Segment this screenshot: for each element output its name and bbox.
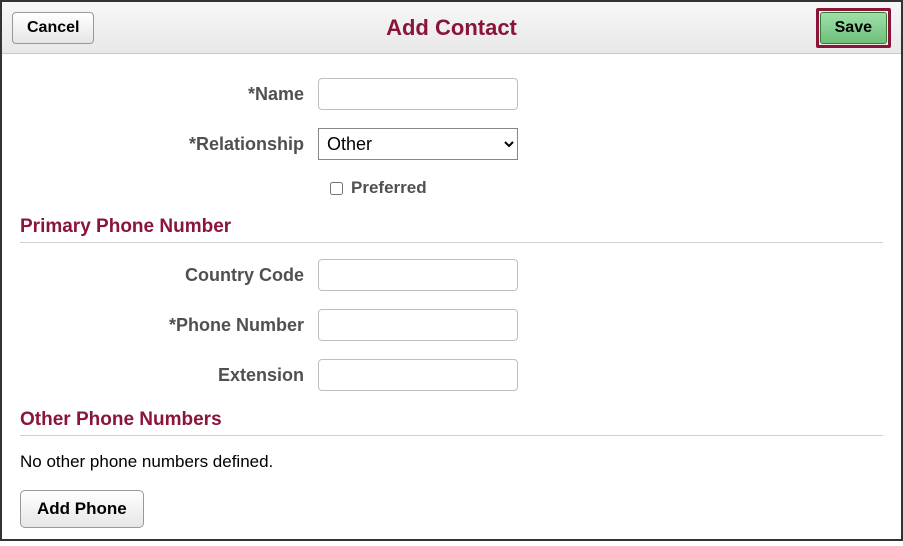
country-code-row: Country Code xyxy=(20,259,883,291)
name-input[interactable] xyxy=(318,78,518,110)
primary-phone-section-title: Primary Phone Number xyxy=(20,216,883,243)
cancel-button[interactable]: Cancel xyxy=(12,12,94,44)
preferred-label: Preferred xyxy=(351,178,427,198)
relationship-row: *Relationship Other xyxy=(20,128,883,160)
dialog-content: *Name *Relationship Other Preferred Prim… xyxy=(2,54,901,546)
dialog-title: Add Contact xyxy=(2,15,901,41)
name-row: *Name xyxy=(20,78,883,110)
country-code-label: Country Code xyxy=(20,265,318,286)
relationship-select[interactable]: Other xyxy=(318,128,518,160)
save-button[interactable]: Save xyxy=(820,12,887,44)
extension-row: Extension xyxy=(20,359,883,391)
no-other-phones-msg: No other phone numbers defined. xyxy=(20,452,883,472)
relationship-label: *Relationship xyxy=(20,134,318,155)
name-label: *Name xyxy=(20,84,318,105)
extension-label: Extension xyxy=(20,365,318,386)
add-phone-button[interactable]: Add Phone xyxy=(20,490,144,528)
phone-number-label: *Phone Number xyxy=(20,315,318,336)
country-code-input[interactable] xyxy=(318,259,518,291)
preferred-row: Preferred xyxy=(330,178,883,198)
save-highlight: Save xyxy=(816,8,891,48)
other-phone-section-title: Other Phone Numbers xyxy=(20,409,883,436)
phone-number-input[interactable] xyxy=(318,309,518,341)
preferred-checkbox[interactable] xyxy=(330,182,343,195)
extension-input[interactable] xyxy=(318,359,518,391)
phone-number-row: *Phone Number xyxy=(20,309,883,341)
dialog-header: Cancel Add Contact Save xyxy=(2,2,901,54)
